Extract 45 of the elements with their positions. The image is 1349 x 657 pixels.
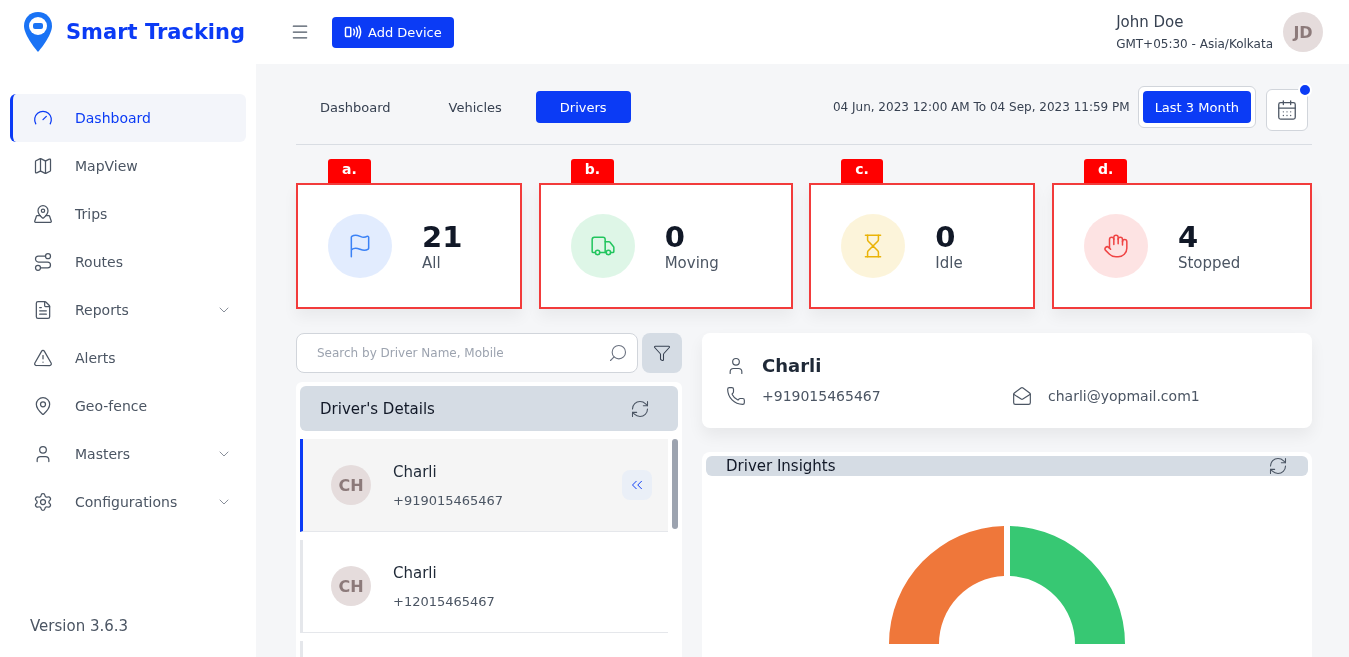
sidebar-item[interactable]: Alerts <box>10 334 246 382</box>
sidebar-item[interactable]: Trips <box>10 190 246 238</box>
label-tag: c. <box>841 159 883 183</box>
driver-phone: +919015465467 <box>393 492 505 508</box>
driver-avatar: CH <box>331 465 371 505</box>
label-tag: a. <box>328 159 371 183</box>
driver-avatar: CH <box>331 566 371 606</box>
stat-label: All <box>422 254 442 272</box>
driver-card-email: charli@yopmail.com1 <box>1048 388 1201 404</box>
driver-list-item[interactable]: CH Charli +919015465467 <box>300 439 668 532</box>
tab[interactable]: Vehicles <box>424 91 526 123</box>
driver-phone: +12015465467 <box>393 593 496 609</box>
stat-value: 0 <box>664 220 686 254</box>
label-tag: d. <box>1083 159 1128 183</box>
add-device-button[interactable]: Add Device <box>332 16 454 48</box>
range-button[interactable]: Last 3 Month <box>1142 91 1251 123</box>
sidebar-item[interactable]: MapView <box>10 142 246 190</box>
date-range-text: 04 Jun, 2023 12:00 AM To 04 Sep, 2023 11:59 PM <box>832 100 1130 114</box>
driver-card-phone: +919015465467 <box>762 388 882 404</box>
stat-value: 0 <box>935 220 957 254</box>
driver-name: Charli <box>393 563 438 582</box>
user-name: John Doe <box>1116 13 1185 31</box>
timezone-text: GMT+05:30 - Asia/Kolkata <box>1116 37 1273 51</box>
sidebar-item[interactable]: Reports <box>10 286 246 334</box>
version-text: Version 3.6.3 <box>29 617 130 635</box>
driver-name: Charli <box>393 462 438 481</box>
sidebar-item[interactable]: Configurations <box>10 478 246 526</box>
driver-list-item[interactable]: CH Charli +12015465467 <box>300 540 668 633</box>
label-tag: b. <box>570 159 614 183</box>
stat-value: 21 <box>422 220 463 254</box>
sidebar-item[interactable]: Dashboard <box>10 94 246 142</box>
tab[interactable]: Drivers <box>535 91 631 123</box>
driver-card-name: Charli <box>762 355 823 376</box>
brand-name: Smart Tracking <box>66 20 246 44</box>
stat-label: Idle <box>935 254 963 272</box>
sidebar-item[interactable]: Geo-fence <box>10 382 246 430</box>
sidebar-item[interactable]: Routes <box>10 238 246 286</box>
stat-label: Stopped <box>1177 254 1241 272</box>
panel-title: Driver Insights <box>726 457 836 475</box>
panel-title: Driver's Details <box>320 399 435 418</box>
search-field[interactable]: Search by Driver Name, Mobile <box>296 333 638 373</box>
tab[interactable]: Dashboard <box>296 91 415 123</box>
sidebar-item[interactable]: Masters <box>10 430 246 478</box>
stat-value: 4 <box>1177 220 1200 254</box>
stat-label: Moving <box>664 254 719 272</box>
